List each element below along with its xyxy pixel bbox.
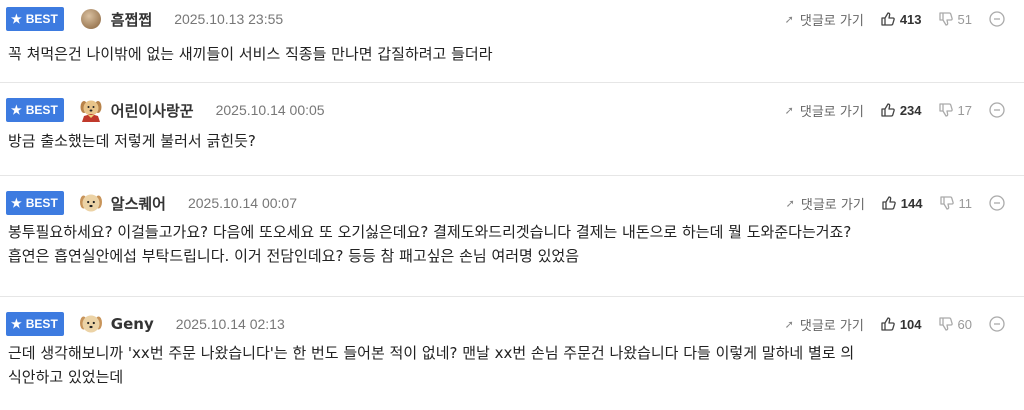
best-label: BEST (25, 196, 58, 210)
downvote-count: 17 (957, 102, 972, 118)
downvote-count: 60 (957, 316, 972, 332)
comment-date: 2025.10.14 02:13 (175, 316, 285, 332)
more-icon (989, 11, 1005, 27)
comment-text: 근데 생각해보니까 'xx번 주문 나왔습니다'는 한 번도 들어본 적이 없네… (8, 341, 1012, 389)
brown-circle-icon (80, 9, 101, 29)
downvote-count: 11 (958, 195, 973, 211)
nickname[interactable]: Geny (111, 315, 154, 333)
best-badge: ★ BEST (6, 98, 64, 122)
upvote-button[interactable]: 144 (881, 195, 923, 211)
comment-date: 2025.10.14 00:05 (215, 102, 325, 118)
upvote-button[interactable]: 104 (880, 316, 922, 332)
nickname[interactable]: 흠쩝쩝 (111, 9, 152, 30)
avatar[interactable] (78, 311, 104, 337)
best-badge: ★ BEST (6, 191, 64, 215)
comment-date: 2025.10.13 23:55 (174, 11, 284, 27)
upvote-count: 144 (900, 195, 923, 211)
comment-item: ★ BEST 알스퀘어 2025.10.14 00:07 ➚ 댓글로 가기 14… (0, 176, 1024, 297)
reply-label: 댓글로 가기 (799, 104, 864, 120)
comment-text-line: 꼭 쳐먹은건 나이밖에 없는 새끼들이 서비스 직종들 만나면 갑질하려고 들더… (8, 45, 493, 63)
comment-text-line: 근데 생각해보니까 'xx번 주문 나왔습니다'는 한 번도 들어본 적이 없네… (8, 344, 855, 362)
thumbs-up-icon (881, 12, 895, 26)
upvote-button[interactable]: 234 (880, 102, 922, 118)
upvote-count: 413 (899, 11, 922, 27)
comment-text-line: 식안하고 있었는데 (8, 368, 124, 386)
puppy-cape-icon (80, 100, 102, 122)
avatar[interactable] (78, 190, 104, 216)
reply-arrow-icon: ➚ (784, 317, 794, 331)
downvote-button[interactable]: 51 (938, 11, 972, 27)
reply-label: 댓글로 가기 (799, 318, 864, 334)
comment-list: ★ BEST 흠쩝쩝 2025.10.13 23:55 ➚ 댓글로 가기 413… (0, 0, 1024, 410)
nickname[interactable]: 어린이사랑꾼 (111, 100, 194, 121)
thumbs-down-icon (938, 317, 953, 331)
go-to-reply-button[interactable]: ➚ 댓글로 가기 (785, 315, 864, 334)
comment-item: ★ BEST 흠쩝쩝 2025.10.13 23:55 ➚ 댓글로 가기 413… (0, 0, 1024, 83)
thumbs-down-icon (939, 196, 954, 210)
go-to-reply-button[interactable]: ➚ 댓글로 가기 (785, 101, 864, 120)
comment-text: 방금 출소했는데 저렇게 불러서 긁힌듯? (8, 129, 1012, 153)
star-icon: ★ (11, 12, 22, 26)
upvote-button[interactable]: 413 (880, 11, 922, 27)
thumbs-up-icon (881, 103, 895, 117)
more-icon (989, 102, 1005, 118)
best-badge: ★ BEST (6, 312, 64, 336)
comment-header: ★ BEST 어린이사랑꾼 2025.10.14 00:05 ➚ 댓글로 가기 … (6, 97, 1006, 123)
nickname[interactable]: 알스퀘어 (111, 193, 166, 214)
reply-label: 댓글로 가기 (800, 197, 865, 213)
comment-date: 2025.10.14 00:07 (187, 195, 297, 211)
thumbs-up-icon (882, 196, 896, 210)
downvote-button[interactable]: 17 (938, 102, 972, 118)
more-options-button[interactable] (988, 315, 1006, 333)
comment-header: ★ BEST 알스퀘어 2025.10.14 00:07 ➚ 댓글로 가기 14… (6, 190, 1006, 216)
more-options-button[interactable] (988, 10, 1006, 28)
comment-text-line: 봉투필요하세요? 이걸들고가요? 다음에 또오세요 또 오기싫은데요? 결제도와… (8, 223, 852, 241)
more-options-button[interactable] (988, 101, 1006, 119)
more-options-button[interactable] (988, 194, 1006, 212)
downvote-button[interactable]: 11 (939, 195, 973, 211)
avatar[interactable] (78, 97, 104, 123)
thumbs-up-icon (881, 317, 895, 331)
avatar[interactable] (78, 6, 104, 32)
more-icon (989, 316, 1005, 332)
star-icon: ★ (11, 317, 22, 331)
comment-item: ★ BEST Geny 2025.10.14 02:13 ➚ 댓글로 가기 10… (0, 297, 1024, 410)
reply-arrow-icon: ➚ (785, 196, 795, 210)
thumbs-down-icon (938, 12, 953, 26)
reply-arrow-icon: ➚ (784, 103, 794, 117)
comment-text-line: 흡연은 흡연실안에섭 부탁드립니다. 이거 전담인데요? 등등 참 패고싶은 손… (8, 247, 580, 265)
reply-label: 댓글로 가기 (799, 13, 864, 29)
upvote-count: 104 (899, 316, 922, 332)
go-to-reply-button[interactable]: ➚ 댓글로 가기 (785, 10, 864, 29)
star-icon: ★ (11, 196, 22, 210)
more-icon (989, 195, 1005, 211)
downvote-button[interactable]: 60 (938, 316, 972, 332)
downvote-count: 51 (957, 11, 972, 27)
upvote-count: 234 (899, 102, 922, 118)
puppy-icon (79, 194, 102, 212)
puppy-icon (79, 315, 102, 333)
comment-text: 꼭 쳐먹은건 나이밖에 없는 새끼들이 서비스 직종들 만나면 갑질하려고 들더… (8, 42, 1012, 66)
star-icon: ★ (11, 103, 22, 117)
thumbs-down-icon (938, 103, 953, 117)
go-to-reply-button[interactable]: ➚ 댓글로 가기 (786, 194, 865, 213)
reply-arrow-icon: ➚ (784, 12, 794, 26)
best-badge: ★ BEST (6, 7, 64, 31)
comment-header: ★ BEST Geny 2025.10.14 02:13 ➚ 댓글로 가기 10… (6, 311, 1006, 337)
comment-text: 봉투필요하세요? 이걸들고가요? 다음에 또오세요 또 오기싫은데요? 결제도와… (8, 220, 1012, 268)
comment-text-line: 방금 출소했는데 저렇게 불러서 긁힌듯? (8, 132, 256, 150)
comment-item: ★ BEST 어린이사랑꾼 2025.10.14 00:05 ➚ 댓글로 가기 … (0, 83, 1024, 176)
best-label: BEST (25, 317, 58, 331)
comment-header: ★ BEST 흠쩝쩝 2025.10.13 23:55 ➚ 댓글로 가기 413… (6, 6, 1006, 32)
best-label: BEST (25, 12, 58, 26)
best-label: BEST (25, 103, 58, 117)
